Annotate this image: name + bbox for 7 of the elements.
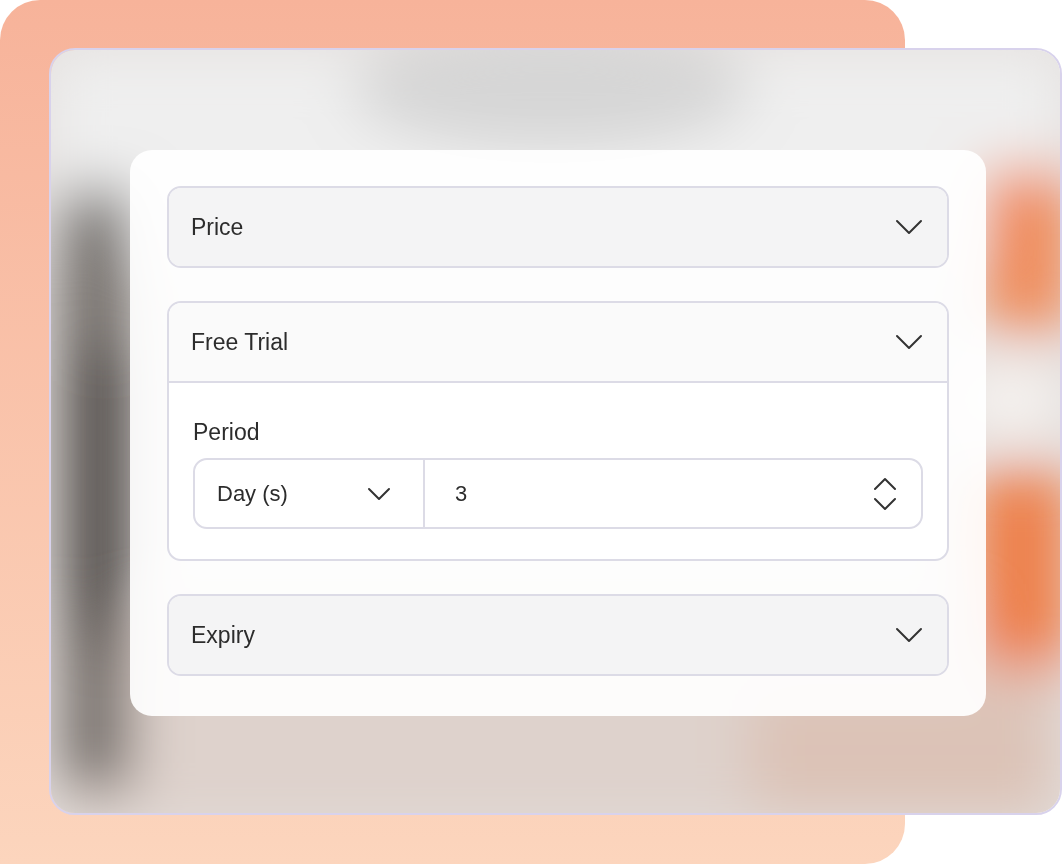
accordion-header[interactable]: Expiry [169, 596, 947, 674]
field-label: Period [193, 419, 260, 446]
accordion-header[interactable]: Price [169, 188, 947, 266]
chevron-down-icon [895, 219, 923, 235]
chevron-down-icon [895, 627, 923, 643]
chevron-down-icon [895, 334, 923, 350]
accordion-header[interactable]: Free Trial [169, 303, 947, 381]
